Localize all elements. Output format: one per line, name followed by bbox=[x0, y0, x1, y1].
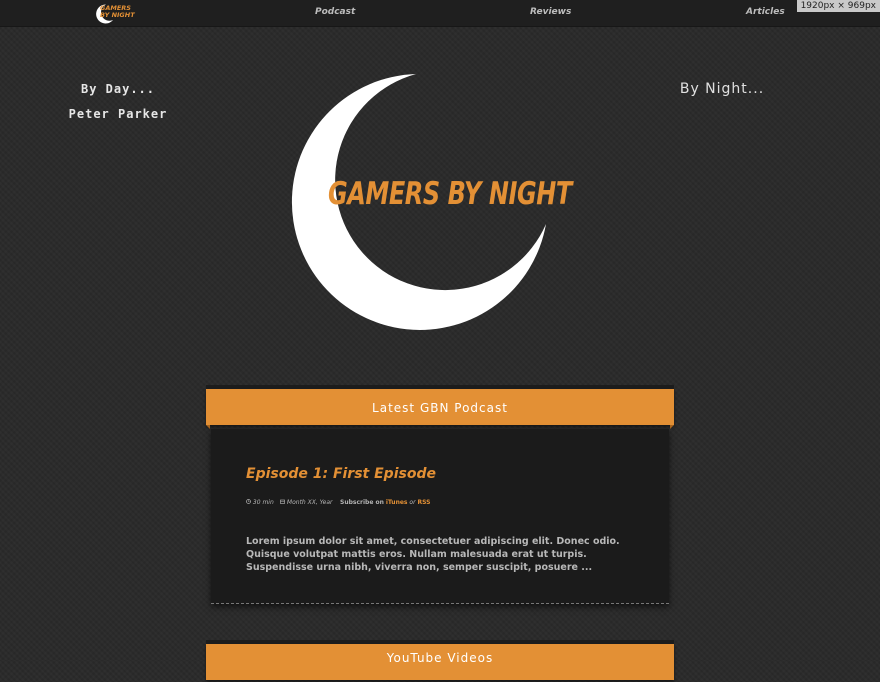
calendar-icon bbox=[280, 499, 285, 504]
duration-text: 30 min bbox=[252, 499, 274, 506]
subscribe-rss-link[interactable]: RSS bbox=[417, 499, 430, 506]
nav-link-articles[interactable]: Articles bbox=[746, 7, 785, 17]
by-night-heading: By Night... bbox=[679, 81, 765, 97]
site-logo[interactable]: GAMERS BY NIGHT bbox=[92, 3, 148, 24]
podcast-panel-header: Latest GBN Podcast bbox=[206, 389, 674, 429]
viewport-size-badge: 1920px × 969px bbox=[796, 0, 880, 12]
date-text: Month XX, Year bbox=[286, 499, 333, 506]
header-fold-right bbox=[670, 425, 674, 429]
nav-link-reviews[interactable]: Reviews bbox=[530, 7, 571, 17]
episode-duration: 30 min bbox=[246, 499, 274, 506]
hero-logo: GAMERS BY NIGHT bbox=[280, 62, 580, 342]
podcast-panel-title: Latest GBN Podcast bbox=[372, 401, 508, 415]
youtube-panel-header: YouTube Videos bbox=[206, 644, 674, 680]
top-navbar: GAMERS BY NIGHT Podcast Reviews Articles… bbox=[0, 0, 880, 27]
subscribe-line: Subscribe on iTunes or RSS bbox=[340, 499, 430, 506]
nav-link-podcast[interactable]: Podcast bbox=[315, 7, 355, 17]
logo-text-line2: BY NIGHT bbox=[100, 11, 135, 19]
header-fold-left bbox=[206, 425, 210, 429]
hero-title: GAMERS BY NIGHT bbox=[328, 176, 572, 212]
subscribe-label: Subscribe on bbox=[340, 499, 384, 506]
episode-title[interactable]: Episode 1: First Episode bbox=[246, 466, 436, 482]
podcast-card: Episode 1: First Episode 30 min Month XX… bbox=[211, 429, 669, 604]
youtube-panel-title: YouTube Videos bbox=[386, 651, 494, 665]
by-day-heading: By Day... bbox=[80, 82, 156, 96]
subscribe-itunes-link[interactable]: iTunes bbox=[386, 499, 408, 506]
clock-icon bbox=[246, 499, 251, 504]
by-day-name: Peter Parker bbox=[68, 107, 168, 121]
episode-excerpt: Lorem ipsum dolor sit amet, consectetuer… bbox=[246, 536, 620, 573]
subscribe-or: or bbox=[409, 499, 416, 506]
episode-date: Month XX, Year bbox=[280, 499, 333, 506]
